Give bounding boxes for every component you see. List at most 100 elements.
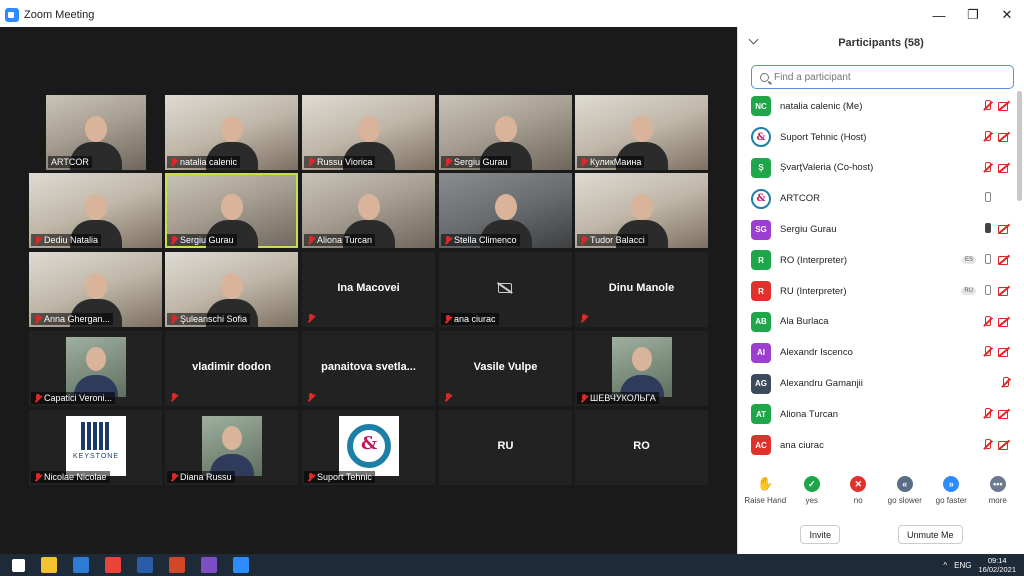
mic-muted-icon [34,314,42,324]
participant-row[interactable]: R RO (Interpreter) ES [738,245,1018,276]
tile-name: Sergiu Gurau [454,157,508,167]
video-tile[interactable]: vladimir dodon [165,331,298,406]
tile-name: Vasile Vulpe [473,361,538,373]
search-input[interactable] [774,71,1004,83]
mic-muted-icon [982,130,992,143]
video-tile[interactable]: ARTCOR [46,95,146,170]
video-tile[interactable]: Aliona Turcan [302,173,435,248]
video-tile[interactable]: ШЕВЧУКОЛЬГА [575,331,708,406]
video-tile[interactable]: КуликМаина [575,95,708,170]
tile-name: natalia calenic [180,157,238,167]
mic-muted-icon [444,314,452,324]
participant-name: Suport Tehnic (Host) [780,131,867,143]
participant-row[interactable]: AB Ala Burlaca [738,307,1018,338]
powerpoint-icon[interactable] [169,557,185,573]
participant-row[interactable]: & Suport Tehnic (Host) [738,122,1018,153]
participant-search[interactable] [751,65,1014,89]
clock[interactable]: 09:14 16/02/2021 [978,556,1016,574]
participant-row[interactable]: AI Alexandr Iscenco [738,337,1018,368]
video-tile[interactable]: RO [575,410,708,485]
video-tile[interactable]: Sergiu Gurau [439,95,572,170]
video-tile[interactable]: panaitova svetla... [302,331,435,406]
reaction-go-faster[interactable]: » go faster [928,476,975,516]
reaction-more[interactable]: ••• more [975,476,1022,516]
invite-button[interactable]: Invite [800,525,840,544]
participant-row[interactable]: SG Sergiu Gurau [738,214,1018,245]
input-language[interactable]: ENG [954,561,971,570]
collapse-chevron-icon[interactable] [748,34,759,45]
avatar: R [751,250,771,271]
video-tile[interactable]: & Suport Tehnic [302,410,435,485]
video-tile[interactable]: natalia calenic [165,95,298,170]
windows-start-icon[interactable] [12,558,25,572]
participant-list-scrollbar[interactable] [1017,91,1022,201]
mic-muted-icon [580,157,588,167]
video-tile[interactable]: Dediu Natalia [29,173,162,248]
participant-row[interactable]: NC natalia calenic (Me) [738,91,1018,122]
viber-icon[interactable] [201,557,217,573]
windows-taskbar: ^ ENG 09:14 16/02/2021 [0,554,1024,576]
tile-label: Stella Climenco [441,234,520,246]
mic-muted-icon [982,161,992,174]
chrome-icon[interactable] [105,557,121,573]
video-tile[interactable]: Russu Viorica [302,95,435,170]
video-tile[interactable]: Diana Russu [165,410,298,485]
window-controls: — ❐ ✕ [922,0,1024,30]
video-tile[interactable]: RU [439,410,572,485]
participants-header: Participants (58) [738,27,1024,59]
participant-name: Sergiu Gurau [780,224,837,236]
reaction-icon: ✓ [803,476,820,492]
participant-row[interactable]: Ş ŞvarţValeria (Co-host) [738,153,1018,184]
zoom-icon[interactable] [233,557,249,573]
participant-row[interactable]: AC ana ciurac [738,430,1018,461]
reaction-label: Raise Hand [744,496,787,505]
edge-icon[interactable] [73,557,89,573]
file-explorer-icon[interactable] [41,557,57,573]
video-tile[interactable]: Dinu Manole [575,252,708,327]
reaction-go-slower[interactable]: « go slower [882,476,929,516]
reaction-no[interactable]: ✕ no [835,476,882,516]
tile-label: Anna Ghergan... [31,313,114,325]
video-tile[interactable]: Sergiu Gurau [165,173,298,248]
participant-row[interactable]: & ARTCOR [738,183,1018,214]
video-tile[interactable]: ana ciurac [439,252,572,327]
ampersand-logo: & [339,416,399,476]
word-icon[interactable] [137,557,153,573]
restore-button[interactable]: ❐ [956,0,990,30]
window-title: Zoom Meeting [24,9,95,21]
participant-row[interactable]: AT Aliona Turcan [738,399,1018,430]
participant-list: NC natalia calenic (Me) & Suport Tehnic (Ho… [738,91,1018,461]
video-off-icon [998,101,1010,111]
tile-label: Nicolae Nicolae [31,471,110,483]
participant-name: Ala Burlaca [780,316,829,328]
reaction-label: go slower [887,496,922,505]
participant-row[interactable]: AG Alexandru Gamanjii [738,368,1018,399]
video-tile[interactable]: Şuleanschi Sofia [165,252,298,327]
video-tile[interactable]: Stella Climenco [439,173,572,248]
reaction-yes[interactable]: ✓ yes [789,476,836,516]
mic-muted-icon [444,157,452,167]
tray-overflow-chevron[interactable]: ^ [943,561,947,570]
minimize-button[interactable]: — [922,0,956,30]
video-off-icon [998,317,1010,327]
participant-name: Aliona Turcan [780,408,839,420]
participant-status [982,315,1010,328]
video-tile[interactable]: Anna Ghergan... [29,252,162,327]
avatar: AT [751,404,771,425]
video-tile[interactable]: Capatici Veroni... [29,331,162,406]
tile-label: ARTCOR [48,156,92,168]
participant-status [982,438,1010,451]
reaction-raise-hand[interactable]: ✋ Raise Hand [742,476,789,516]
participant-name: RO (Interpreter) [780,254,848,266]
profile-photo [202,416,262,476]
tile-name: Ina Macovei [337,282,400,294]
video-tile[interactable]: Tudor Balacci [575,173,708,248]
video-tile[interactable]: Ina Macovei [302,252,435,327]
video-tile[interactable]: KEYSTONE Nicolae Nicolae [29,410,162,485]
tile-label: Diana Russu [167,471,235,483]
participant-row[interactable]: R RU (Interpreter) RU [738,276,1018,307]
tile-name: Dinu Manole [608,282,675,294]
unmute-me-button[interactable]: Unmute Me [897,525,963,544]
close-button[interactable]: ✕ [990,0,1024,30]
video-tile[interactable]: Vasile Vulpe [439,331,572,406]
